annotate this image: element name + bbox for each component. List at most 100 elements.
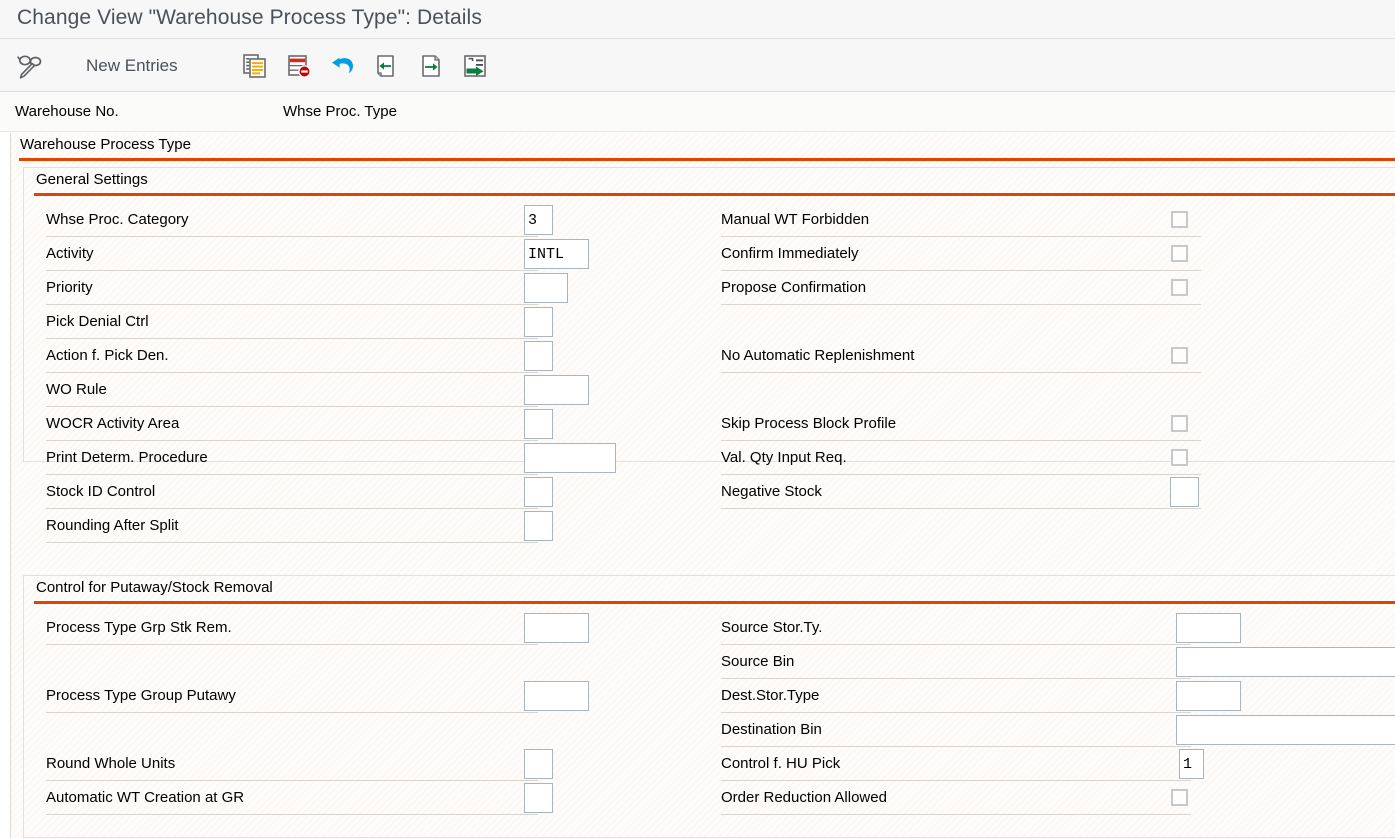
input-control-f-hu-pick[interactable] [1179, 749, 1204, 779]
field-label-priority: Priority [46, 279, 93, 296]
field-row-rounding-after-split: Rounding After Split [46, 509, 556, 543]
putaway-stock-removal-panel: Control for Putaway/Stock Removal Proces… [23, 575, 1395, 838]
checkbox-confirm-immediately[interactable] [1171, 245, 1188, 262]
next-entry-icon [414, 49, 448, 83]
next-entry-button[interactable] [414, 39, 448, 92]
field-label-stock-id-control: Stock ID Control [46, 483, 156, 500]
undo-button[interactable] [326, 39, 360, 92]
field-row-source-bin: Source Bin [721, 645, 1395, 679]
field-row-process-type-grp-stk-rem: Process Type Grp Stk Rem. [46, 611, 589, 645]
delete-entry-icon [282, 49, 316, 83]
field-row-order-reduction-allowed: Order Reduction Allowed [721, 781, 1201, 815]
input-round-whole-units[interactable] [524, 749, 553, 779]
previous-entry-button[interactable] [370, 39, 404, 92]
checkbox-propose-confirmation[interactable] [1171, 279, 1188, 296]
group-accent-rule [19, 158, 1395, 161]
field-label-manual-wt-forbidden: Manual WT Forbidden [721, 211, 870, 228]
field-label-activity: Activity [46, 245, 94, 262]
input-action-f-pick-den[interactable] [524, 341, 553, 371]
input-print-determ-procedure[interactable] [524, 443, 616, 473]
checkbox-manual-wt-forbidden[interactable] [1171, 211, 1188, 228]
input-process-type-group-putawy[interactable] [524, 681, 589, 711]
application-toolbar: New Entries [0, 39, 1395, 92]
undo-change-icon [326, 49, 360, 83]
whse-proc-type-label: Whse Proc. Type [283, 103, 397, 120]
field-row-process-type-group-putawy: Process Type Group Putawy [46, 679, 589, 713]
field-label-process-type-grp-stk-rem: Process Type Grp Stk Rem. [46, 619, 232, 636]
input-destination-bin[interactable] [1176, 715, 1395, 745]
delete-entry-button[interactable] [282, 39, 316, 92]
input-wo-rule[interactable] [524, 375, 589, 405]
page-title: Change View "Warehouse Process Type": De… [17, 6, 482, 29]
field-row-priority: Priority [46, 271, 568, 305]
field-row-manual-wt-forbidden: Manual WT Forbidden [721, 203, 1201, 237]
field-row-source-stor-ty: Source Stor.Ty. [721, 611, 1241, 645]
general-settings-title: General Settings [36, 171, 148, 188]
input-priority[interactable] [524, 273, 568, 303]
input-activity[interactable] [524, 239, 589, 269]
field-underline [46, 814, 538, 815]
field-row-destination-bin: Destination Bin [721, 713, 1395, 747]
input-rounding-after-split[interactable] [524, 511, 553, 541]
field-row-stock-id-control: Stock ID Control [46, 475, 556, 509]
select-all-entries-button[interactable] [458, 39, 492, 92]
new-entries-label: New Entries [86, 55, 178, 75]
field-row-pick-denial-ctrl: Pick Denial Ctrl [46, 305, 556, 339]
checkbox-no-automatic-replenishment[interactable] [1171, 347, 1188, 364]
entry-key-header: Warehouse No. Whse Proc. Type [0, 92, 1395, 220]
field-label-source-stor-ty: Source Stor.Ty. [721, 619, 823, 636]
general-settings-panel: General Settings Whse Proc. Category Acti… [23, 167, 1395, 543]
field-label-pick-denial-ctrl: Pick Denial Ctrl [46, 313, 149, 330]
field-label-val-qty-input-req: Val. Qty Input Req. [721, 449, 847, 466]
sap-gui-window: Change View "Warehouse Process Type": De… [0, 0, 1395, 838]
field-row-print-determ-procedure: Print Determ. Procedure [46, 441, 616, 475]
field-label-propose-confirmation: Propose Confirmation [721, 279, 867, 296]
input-source-stor-ty[interactable] [1176, 613, 1241, 643]
field-row-action-f-pick-den: Action f. Pick Den. [46, 339, 556, 373]
field-underline [46, 542, 538, 543]
field-label-action-f-pick-den: Action f. Pick Den. [46, 347, 169, 364]
input-whse-proc-category[interactable] [524, 205, 553, 235]
field-underline [721, 372, 1201, 373]
field-row-wocr-activity-area: WOCR Activity Area [46, 407, 556, 441]
putaway-removal-title: Control for Putaway/Stock Removal [36, 579, 273, 596]
field-row-negative-stock: Negative Stock [721, 475, 1201, 509]
glasses-pencil-icon [14, 49, 48, 83]
field-label-round-whole-units: Round Whole Units [46, 755, 176, 772]
input-automatic-wt-creation-at-gr[interactable] [524, 783, 553, 813]
input-wocr-activity-area[interactable] [524, 409, 553, 439]
field-underline [721, 304, 1201, 305]
general-settings-accent-rule [34, 193, 1395, 196]
field-label-whse-proc-category: Whse Proc. Category [46, 211, 189, 228]
select-all-entries-icon [458, 49, 492, 83]
group-title: Warehouse Process Type [20, 136, 191, 153]
field-row-activity: Activity [46, 237, 589, 271]
field-label-automatic-wt-creation-at-gr: Automatic WT Creation at GR [46, 789, 245, 806]
field-label-rounding-after-split: Rounding After Split [46, 517, 179, 534]
copy-as-button[interactable] [238, 39, 272, 92]
checkbox-order-reduction-allowed[interactable] [1171, 789, 1188, 806]
input-pick-denial-ctrl[interactable] [524, 307, 553, 337]
field-row-propose-confirmation: Propose Confirmation [721, 271, 1201, 305]
field-label-print-determ-procedure: Print Determ. Procedure [46, 449, 208, 466]
input-process-type-grp-stk-rem[interactable] [524, 613, 589, 643]
field-row-whse-proc-category: Whse Proc. Category [46, 203, 556, 237]
field-underline [721, 508, 1201, 509]
field-row-val-qty-input-req: Val. Qty Input Req. [721, 441, 1201, 475]
field-row-dest-stor-type: Dest.Stor.Type [721, 679, 1241, 713]
field-row-round-whole-units: Round Whole Units [46, 747, 576, 781]
input-source-bin[interactable] [1176, 647, 1395, 677]
previous-entry-icon [370, 49, 404, 83]
input-negative-stock[interactable] [1170, 477, 1199, 507]
field-label-wo-rule: WO Rule [46, 381, 107, 398]
checkbox-val-qty-input-req[interactable] [1171, 449, 1188, 466]
display-change-button[interactable] [14, 39, 48, 92]
field-underline [46, 644, 538, 645]
input-dest-stor-type[interactable] [1176, 681, 1241, 711]
checkbox-skip-process-block-profile[interactable] [1171, 415, 1188, 432]
window-title-bar: Change View "Warehouse Process Type": De… [0, 0, 1395, 39]
field-row-confirm-immediately: Confirm Immediately [721, 237, 1201, 271]
warehouse-process-type-group: Warehouse Process Type General Settings … [10, 133, 1395, 838]
new-entries-button[interactable]: New Entries [86, 39, 178, 92]
input-stock-id-control[interactable] [524, 477, 553, 507]
